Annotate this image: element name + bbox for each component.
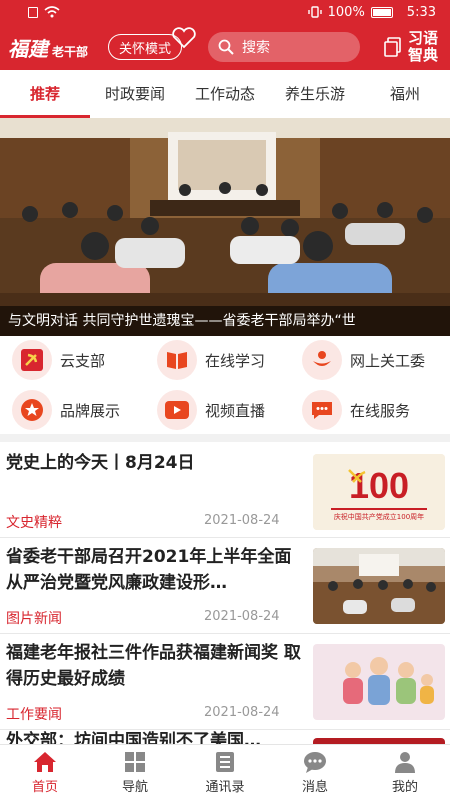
news-title: 党史上的今天丨8月24日 (6, 453, 195, 473)
grid-label: 品牌展示 (60, 401, 121, 420)
nav-label: 导航 (121, 780, 148, 795)
banner-image (0, 118, 450, 336)
elderly-illustration (313, 644, 445, 720)
app-logo: 福建 老干部 (8, 33, 106, 62)
nav-contacts[interactable]: 通讯录 (180, 745, 270, 800)
news-tag: 工作要闻 (6, 707, 62, 723)
user-icon (395, 752, 415, 773)
function-grid: 云支部 在线学习 网上关工委 品牌展示 视频直播 在线服务 (0, 338, 450, 434)
news-date: 2021-08-24 (204, 609, 280, 624)
grid-item-live-video[interactable]: 视频直播 (145, 388, 290, 432)
notification-icon (28, 6, 38, 18)
book-icon (157, 340, 197, 380)
meeting-photo (313, 548, 445, 624)
banner-carousel[interactable]: 与文明对话 共同守护世遗瑰宝——省委老干部局举办“世 (0, 118, 450, 336)
app-header: 福建 老干部 关怀模式 搜索 习语 智典 (0, 24, 450, 70)
news-title: 福建老年报社三件作品获福建新闻奖 取得历史最好成绩 (6, 643, 301, 689)
tab-politics[interactable]: 时政要闻 (90, 70, 180, 118)
nav-label: 首页 (31, 780, 58, 795)
search-placeholder: 搜索 (242, 40, 271, 56)
nav-messages[interactable]: 消息 (270, 745, 360, 800)
contacts-icon (216, 752, 234, 772)
nav-label: 消息 (301, 780, 328, 795)
tab-health-travel[interactable]: 养生乐游 (270, 70, 360, 118)
nav-profile[interactable]: 我的 (360, 745, 450, 800)
grid-label: 在线学习 (205, 351, 266, 370)
logo-sub: 老干部 (52, 44, 89, 59)
star-badge-icon (12, 390, 52, 430)
news-date: 2021-08-24 (204, 705, 280, 720)
tab-recommend[interactable]: 推荐 (0, 70, 90, 118)
section-divider (0, 434, 450, 442)
tab-fuzhou[interactable]: 福州 (360, 70, 450, 118)
dict-label-2: 智典 (408, 46, 439, 64)
care-mode-button[interactable]: 关怀模式 (108, 27, 196, 60)
home-icon (34, 752, 56, 772)
news-thumbnail (313, 548, 445, 624)
search-input[interactable]: 搜索 (208, 32, 361, 62)
news-tag: 文史精粹 (6, 515, 62, 531)
document-icon (384, 37, 401, 57)
news-item[interactable]: 省委老干部局召开2021年上半年全面从严治党暨党风廉政建设形… 图片新闻 202… (0, 538, 450, 634)
svg-text:100: 100 (349, 465, 409, 506)
grid-item-cloud-branch[interactable]: 云支部 (0, 338, 145, 382)
news-thumbnail (313, 644, 445, 720)
news-item[interactable]: 福建老年报社三件作品获福建新闻奖 取得历史最好成绩 工作要闻 2021-08-2… (0, 634, 450, 730)
news-tag: 图片新闻 (6, 611, 62, 627)
grid-label: 在线服务 (350, 401, 411, 420)
bottom-navigation: 首页 导航 通讯录 消息 我的 (0, 744, 450, 800)
chat-service-icon (302, 390, 342, 430)
news-title: 外交部：坊间中国造别不了美国… (6, 731, 261, 744)
battery-percent: 100% (327, 4, 365, 20)
care-mode-label: 关怀模式 (119, 41, 172, 57)
grid-item-online-service[interactable]: 在线服务 (290, 388, 435, 432)
dictionary-button[interactable]: 习语 智典 (384, 30, 442, 64)
news-date: 2021-08-24 (204, 513, 280, 528)
grid-item-online-study[interactable]: 在线学习 (145, 338, 290, 382)
banner-caption: 与文明对话 共同守护世遗瑰宝——省委老干部局举办“世 (0, 306, 450, 336)
tab-work-news[interactable]: 工作动态 (180, 70, 270, 118)
logo-main: 福建 (8, 36, 48, 61)
grid-label: 网上关工委 (350, 351, 426, 370)
news-item[interactable]: 外交部：坊间中国造别不了美国… (0, 730, 450, 744)
vibrate-icon (307, 6, 322, 18)
battery-icon (370, 6, 393, 18)
nav-label: 通讯录 (205, 780, 245, 795)
wifi-icon (44, 6, 60, 18)
nav-navigation[interactable]: 导航 (90, 745, 180, 800)
news-item[interactable]: 党史上的今天丨8月24日 文史精粹 2021-08-24 100 庆祝中国共产党… (0, 442, 450, 538)
clock: 5:33 (406, 4, 436, 20)
nav-label: 我的 (391, 780, 418, 795)
video-play-icon (157, 390, 197, 430)
grid-label: 云支部 (60, 351, 106, 370)
grid-icon (125, 752, 145, 772)
nav-home[interactable]: 首页 (0, 745, 90, 800)
heart-icon (172, 27, 196, 49)
grid-label: 视频直播 (205, 401, 266, 420)
search-icon (218, 39, 234, 55)
dict-label-1: 习语 (408, 29, 439, 47)
people-care-icon (302, 340, 342, 380)
party-emblem-icon (12, 340, 52, 380)
grid-item-care-committee[interactable]: 网上关工委 (290, 338, 435, 382)
grid-item-brand[interactable]: 品牌展示 (0, 388, 145, 432)
news-title: 省委老干部局召开2021年上半年全面从严治党暨党风廉政建设形… (6, 547, 292, 593)
category-tabs: 推荐 时政要闻 工作动态 养生乐游 福州 (0, 70, 450, 118)
message-icon (304, 752, 326, 773)
news-thumbnail: 100 庆祝中国共产党成立100周年 (313, 454, 445, 530)
thumb-caption: 庆祝中国共产党成立100周年 (333, 513, 425, 521)
status-bar: 100% 5:33 (0, 0, 450, 24)
